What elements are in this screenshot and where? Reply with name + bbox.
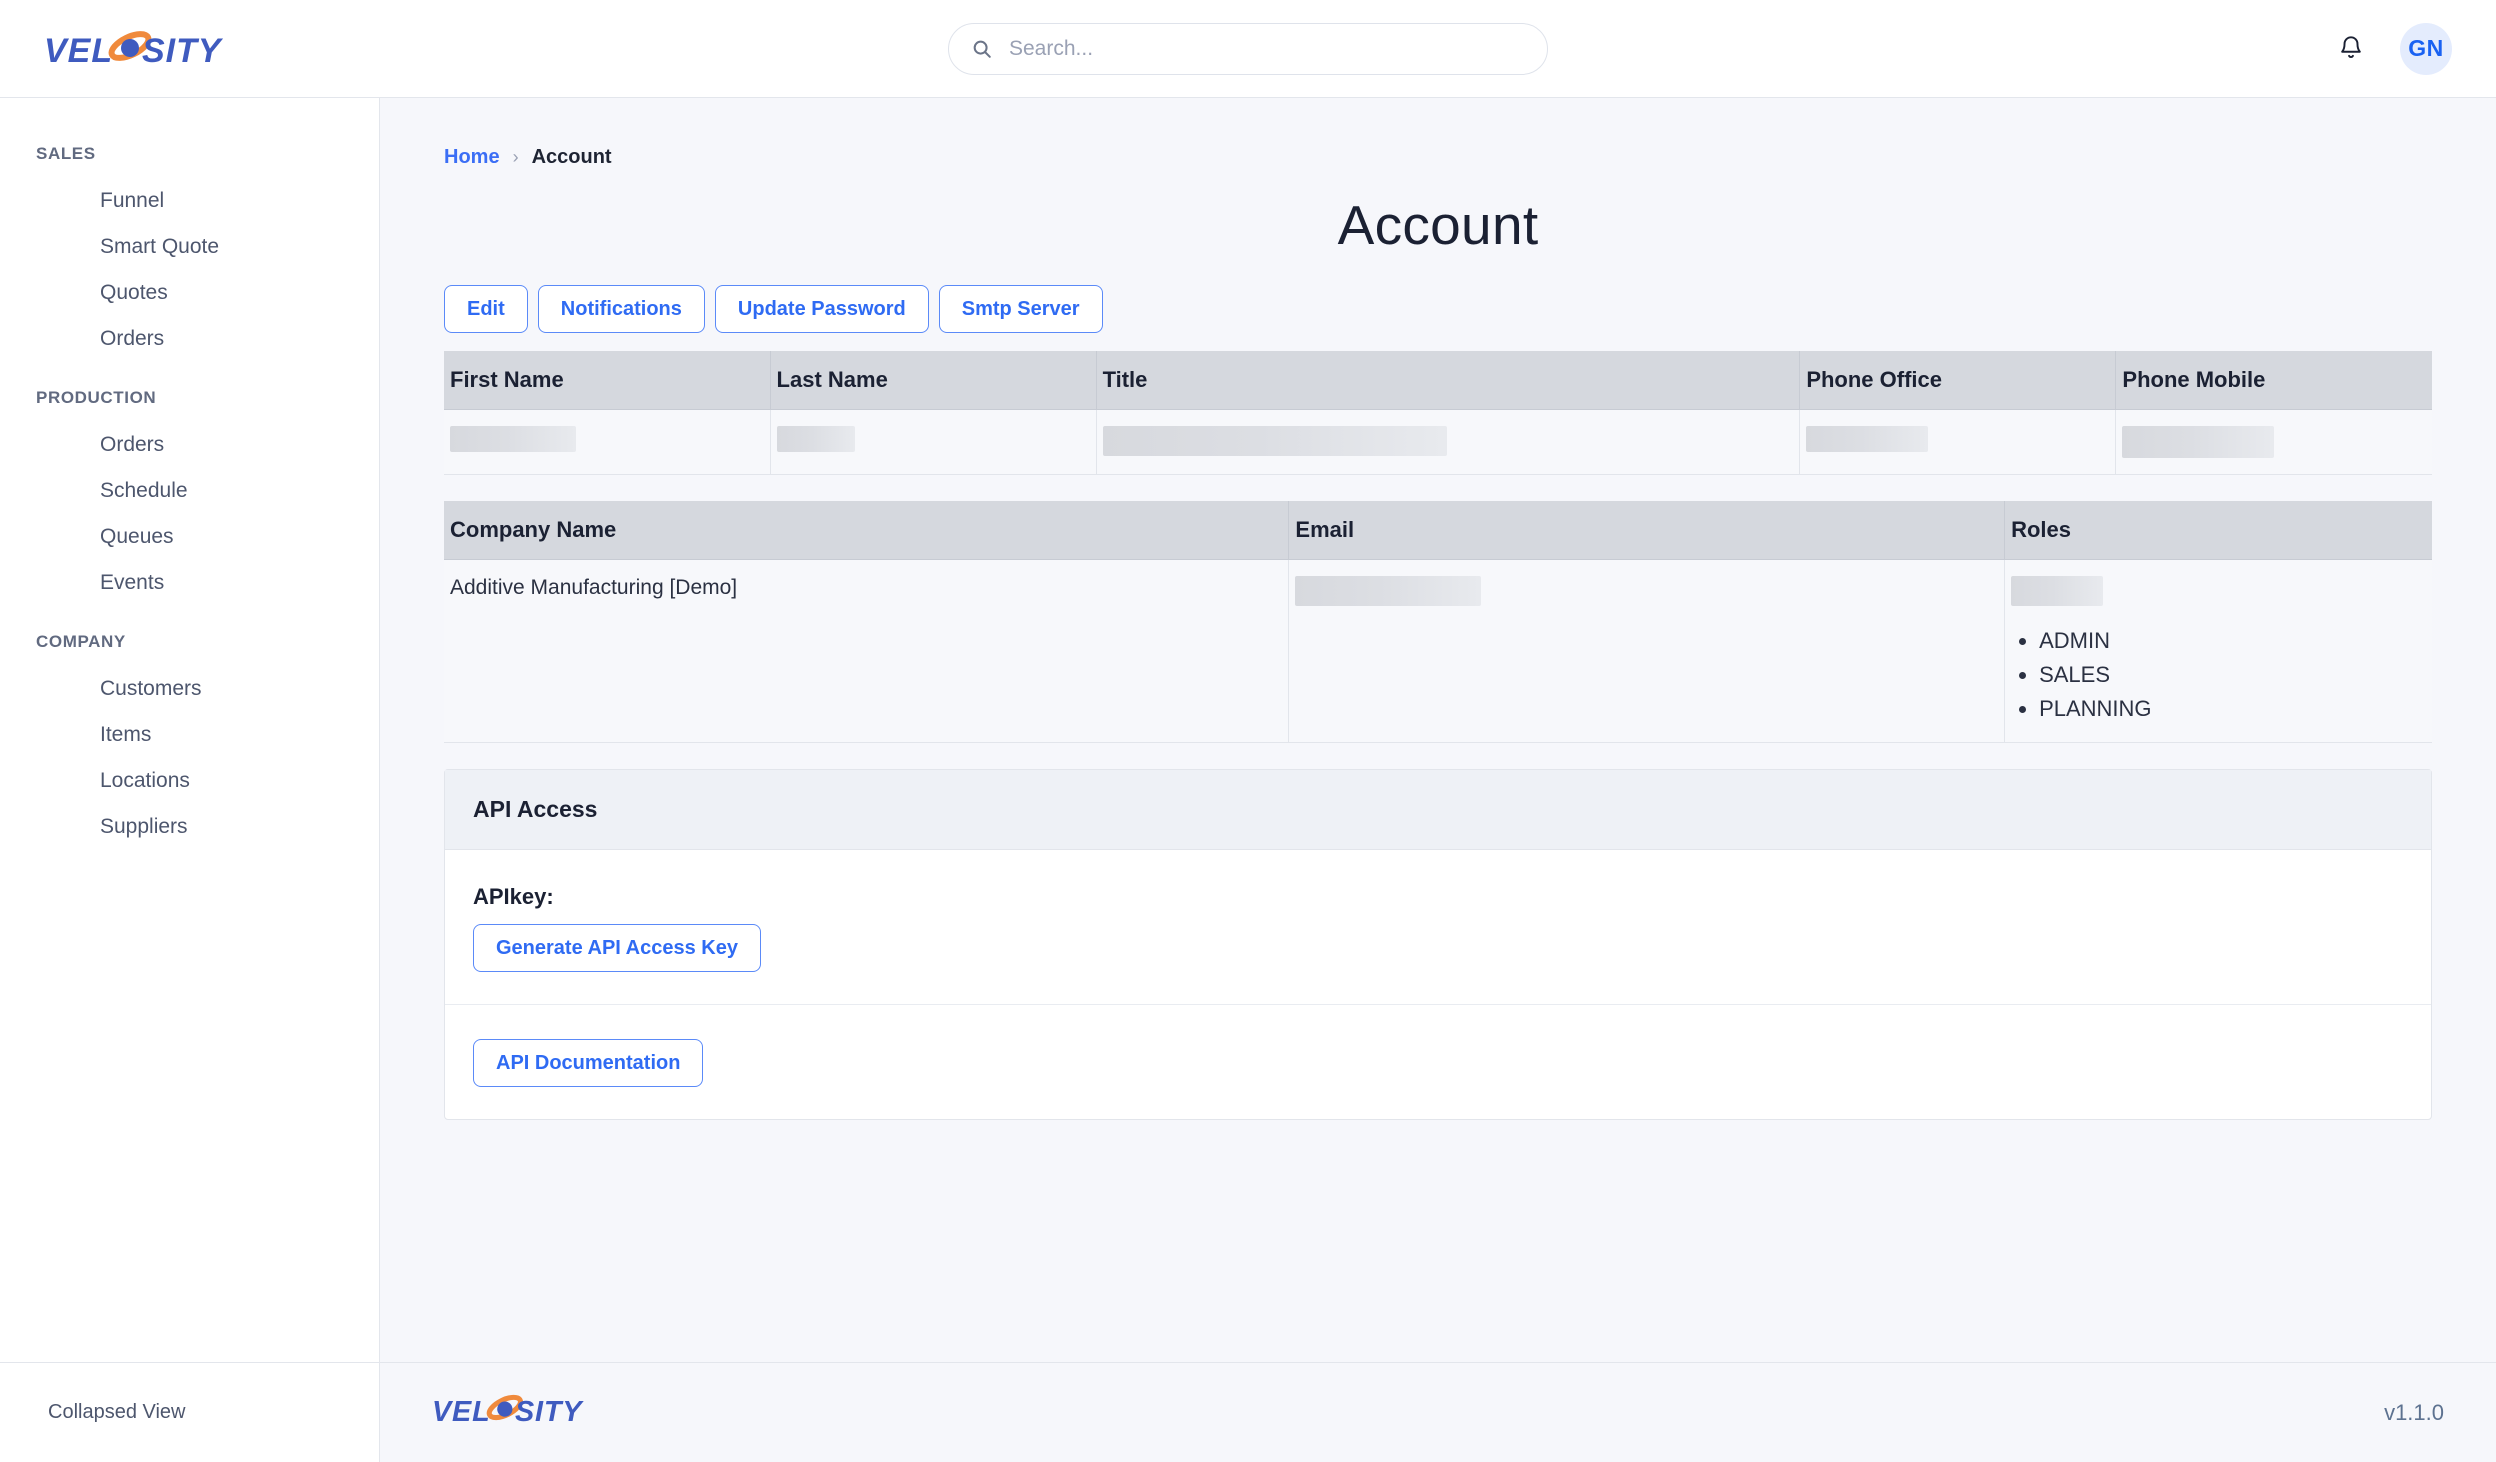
cell-roles: ADMIN SALES PLANNING (2004, 559, 2432, 743)
body-row: SALES Funnel Smart Quote Quotes Orders P… (0, 98, 2496, 1462)
bell-icon (2338, 33, 2364, 64)
cell-title (1096, 409, 1801, 475)
cell-phone-mobile (2115, 409, 2432, 475)
sidebar-item-sales-orders[interactable]: Orders (0, 316, 379, 362)
column-title: Title (1096, 351, 1801, 410)
company-table: Company Name Email Roles Additive Manufa… (444, 501, 2432, 743)
column-first-name: First Name (444, 351, 771, 410)
sidebar-item-suppliers[interactable]: Suppliers (0, 804, 379, 850)
api-key-label: APIkey: (473, 884, 554, 909)
roles-list: ADMIN SALES PLANNING (2039, 624, 2416, 726)
cell-first-name (444, 409, 771, 475)
api-documentation-section: API Documentation (445, 1005, 2431, 1119)
redacted-value (2011, 576, 2104, 606)
column-phone-mobile: Phone Mobile (2115, 351, 2432, 410)
sidebar-item-items[interactable]: Items (0, 712, 379, 758)
table-row: Additive Manufacturing [Demo] ADMIN SALE… (444, 559, 2432, 743)
app-root: VEL SITY Search... GN SALES Funnel Smart… (0, 0, 2496, 1462)
svg-text:SITY: SITY (142, 32, 224, 70)
table-header-row: Company Name Email Roles (444, 501, 2432, 560)
redacted-value (776, 426, 855, 452)
account-action-buttons: Edit Notifications Update Password Smtp … (444, 285, 2432, 333)
sidebar-item-customers[interactable]: Customers (0, 666, 379, 712)
sidebar-item-schedule[interactable]: Schedule (0, 468, 379, 514)
top-bar-actions: GN (2334, 22, 2496, 75)
redacted-value (1102, 426, 1447, 456)
svg-text:VEL: VEL (44, 32, 113, 70)
column-phone-office: Phone Office (1799, 351, 2117, 410)
list-item: SALES (2039, 658, 2416, 692)
velosity-logo-icon: VEL SITY (44, 26, 240, 72)
profile-table: First Name Last Name Title Phone Office … (444, 351, 2432, 475)
main-column: Home › Account Account Edit Notification… (380, 98, 2496, 1462)
chevron-right-icon: › (512, 147, 519, 167)
cell-company-name: Additive Manufacturing [Demo] (444, 559, 1290, 743)
collapsed-view-toggle[interactable]: Collapsed View (0, 1362, 379, 1462)
table-header-row: First Name Last Name Title Phone Office … (444, 351, 2432, 410)
breadcrumb-home-link[interactable]: Home (444, 146, 500, 169)
generate-api-access-key-button[interactable]: Generate API Access Key (473, 924, 761, 972)
sidebar-item-events[interactable]: Events (0, 560, 379, 606)
table-row (444, 409, 2432, 475)
sidebar-item-production-orders[interactable]: Orders (0, 422, 379, 468)
notifications-button[interactable] (2334, 32, 2368, 66)
redacted-value (450, 426, 576, 452)
collapsed-view-label: Collapsed View (48, 1401, 186, 1423)
api-access-card: API Access APIkey: Generate API Access K… (444, 769, 2432, 1120)
api-documentation-button[interactable]: API Documentation (473, 1039, 704, 1087)
list-item: PLANNING (2039, 692, 2416, 726)
svg-text:VEL: VEL (432, 1396, 491, 1428)
app-version: v1.1.0 (2384, 1399, 2444, 1425)
sidebar-item-queues[interactable]: Queues (0, 514, 379, 560)
brand-logo[interactable]: VEL SITY (0, 26, 380, 72)
api-access-header: API Access (445, 770, 2431, 850)
cell-phone-office (1799, 409, 2117, 475)
footer-logo-icon: VEL SITY (432, 1390, 598, 1435)
sidebar-group-company: COMPANY Customers Items Locations Suppli… (0, 632, 379, 850)
redacted-value (1295, 576, 1482, 606)
column-last-name: Last Name (770, 351, 1097, 410)
redacted-value (1806, 426, 1929, 452)
search-box[interactable] (948, 22, 1548, 75)
breadcrumb: Home › Account (444, 146, 2432, 169)
smtp-server-button[interactable]: Smtp Server (938, 285, 1103, 333)
search-icon (971, 38, 993, 60)
sidebar-item-funnel[interactable]: Funnel (0, 178, 379, 224)
sidebar-group-title: PRODUCTION (36, 388, 157, 407)
sidebar-item-smart-quote[interactable]: Smart Quote (0, 224, 379, 270)
breadcrumb-current: Account (531, 146, 612, 168)
cell-email (1288, 559, 2006, 743)
notifications-settings-button[interactable]: Notifications (537, 285, 705, 333)
sidebar-item-quotes[interactable]: Quotes (0, 270, 379, 316)
search-input[interactable] (1009, 36, 1525, 61)
sidebar-group-sales: SALES Funnel Smart Quote Quotes Orders (0, 144, 379, 362)
column-company-name: Company Name (444, 501, 1290, 560)
list-item: ADMIN (2039, 624, 2416, 658)
sidebar-group-production: PRODUCTION Orders Schedule Queues Events (0, 388, 379, 606)
column-email: Email (1288, 501, 2006, 560)
cell-last-name (770, 409, 1097, 475)
svg-text:SITY: SITY (515, 1396, 584, 1428)
redacted-value (2122, 426, 2275, 458)
api-key-section: APIkey: Generate API Access Key (445, 850, 2431, 1005)
page-title: Account (1337, 194, 1539, 256)
sidebar-group-title: COMPANY (36, 632, 126, 651)
page-footer: VEL SITY v1.1.0 (380, 1362, 2496, 1462)
sidebar-group-title: SALES (36, 144, 96, 163)
main-content: Home › Account Account Edit Notification… (380, 98, 2496, 1362)
sidebar: SALES Funnel Smart Quote Quotes Orders P… (0, 98, 380, 1462)
edit-button[interactable]: Edit (444, 285, 528, 333)
top-bar: VEL SITY Search... GN (0, 0, 2496, 98)
sidebar-item-locations[interactable]: Locations (0, 758, 379, 804)
sidebar-nav: SALES Funnel Smart Quote Quotes Orders P… (0, 98, 379, 1362)
column-roles: Roles (2004, 501, 2432, 560)
update-password-button[interactable]: Update Password (714, 285, 929, 333)
avatar[interactable]: GN (2400, 22, 2452, 75)
